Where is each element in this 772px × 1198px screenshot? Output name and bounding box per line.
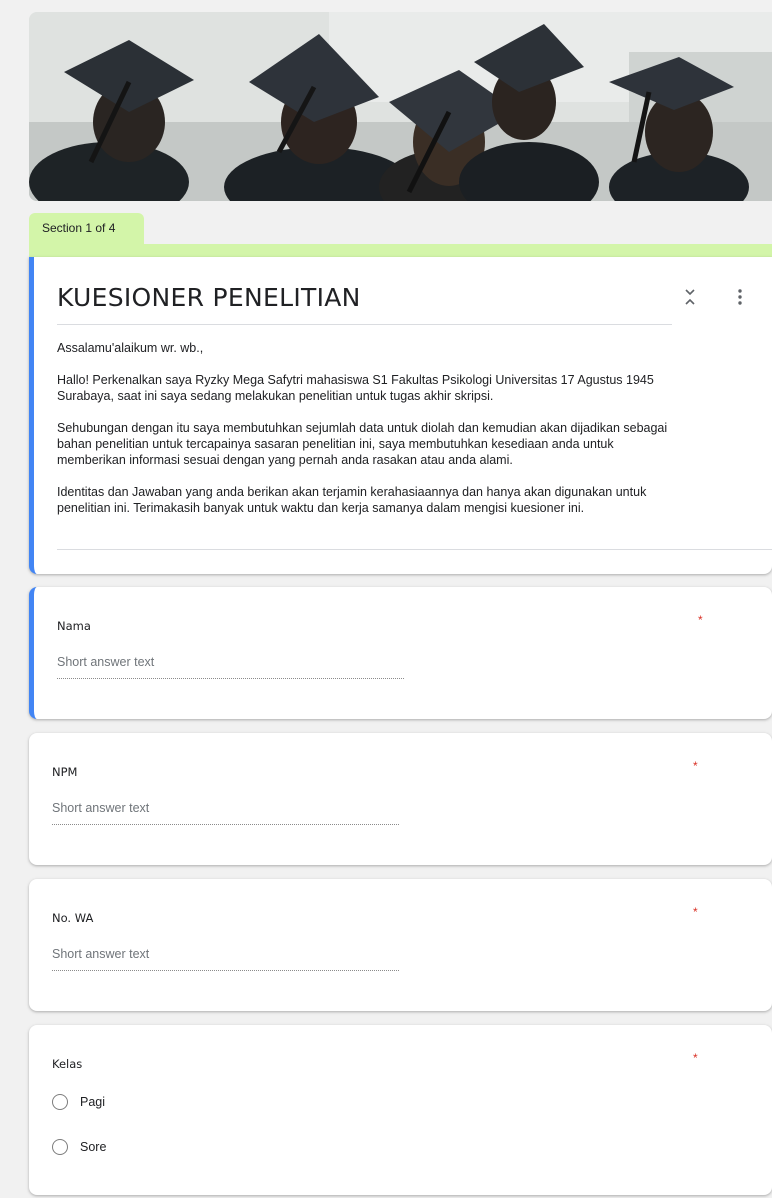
radio-option-sore[interactable]: Sore <box>52 1139 106 1155</box>
question-card-no-wa[interactable]: No. WA * Short answer text <box>29 879 772 1011</box>
short-answer-placeholder: Short answer text <box>52 801 150 815</box>
question-card-nama[interactable]: Nama * Short answer text <box>29 587 772 719</box>
required-asterisk: * <box>693 1051 698 1065</box>
description-paragraph: Identitas dan Jawaban yang anda berikan … <box>57 485 647 515</box>
title-divider <box>57 324 672 325</box>
form-description[interactable]: Assalamu'alaikum wr. wb., Hallo! Perkena… <box>57 340 757 532</box>
question-label[interactable]: No. WA <box>52 911 93 925</box>
required-asterisk: * <box>693 905 698 919</box>
description-divider <box>57 549 772 550</box>
collapse-icon[interactable] <box>682 285 698 309</box>
section-tab: Section 1 of 4 <box>29 213 144 244</box>
description-paragraph: Assalamu'alaikum wr. wb., <box>57 341 204 355</box>
description-paragraph: Sehubungan dengan itu saya membutuhkan s… <box>57 421 668 467</box>
section-bar <box>29 244 772 257</box>
header-image <box>29 12 772 201</box>
radio-option-label: Pagi <box>80 1095 106 1109</box>
description-paragraph: Hallo! Perkenalkan saya Ryzky Mega Safyt… <box>57 373 654 403</box>
form-title[interactable]: KUESIONER PENELITIAN <box>57 283 361 312</box>
radio-unchecked-icon[interactable] <box>52 1139 68 1155</box>
question-label[interactable]: Nama <box>57 619 91 633</box>
question-label[interactable]: NPM <box>52 765 77 779</box>
question-card-npm[interactable]: NPM * Short answer text <box>29 733 772 865</box>
question-label[interactable]: Kelas <box>52 1057 82 1071</box>
more-vert-icon[interactable] <box>732 285 748 309</box>
radio-option-label: Sore <box>80 1140 107 1154</box>
question-card-kelas[interactable]: Kelas * Pagi Sore <box>29 1025 772 1195</box>
short-answer-placeholder: Short answer text <box>52 947 150 961</box>
radio-option-pagi[interactable]: Pagi <box>52 1094 105 1110</box>
short-answer-placeholder: Short answer text <box>57 655 155 669</box>
short-answer-field <box>52 970 399 971</box>
required-asterisk: * <box>698 613 703 627</box>
short-answer-field <box>57 678 404 679</box>
form-title-card[interactable]: KUESIONER PENELITIAN Assalamu'alaikum wr… <box>29 257 772 574</box>
radio-unchecked-icon[interactable] <box>52 1094 68 1110</box>
required-asterisk: * <box>693 759 698 773</box>
short-answer-field <box>52 824 399 825</box>
